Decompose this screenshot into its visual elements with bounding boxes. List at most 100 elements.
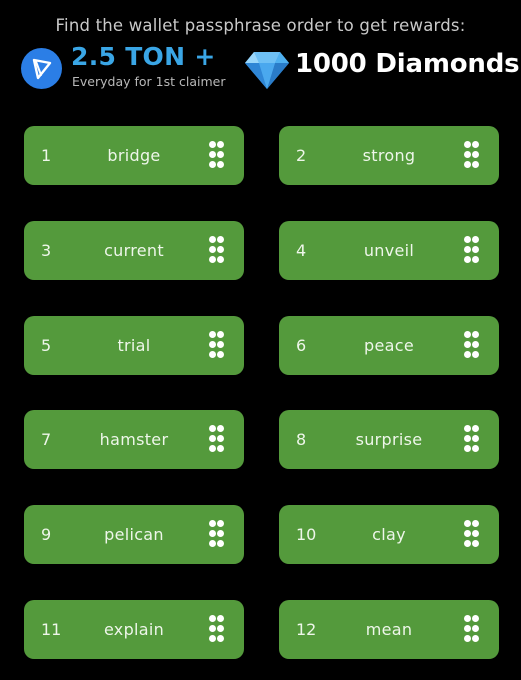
drag-dot — [464, 351, 471, 358]
word-label: strong — [362, 146, 416, 165]
drag-dot — [217, 635, 224, 642]
drag-dot — [472, 435, 479, 442]
headline: Find the wallet passphrase order to get … — [55, 16, 466, 35]
word-card[interactable]: 3 current — [24, 221, 244, 280]
drag-dot — [209, 246, 216, 253]
drag-dot — [209, 540, 216, 547]
drag-dot — [464, 530, 471, 537]
drag-dot — [209, 341, 216, 348]
drag-dot — [209, 151, 216, 158]
drag-dot — [472, 256, 479, 263]
drag-dot — [209, 256, 216, 263]
diamond-icon — [244, 50, 290, 90]
word-number: 10 — [296, 525, 317, 544]
drag-dot — [217, 615, 224, 622]
word-label: peace — [364, 336, 414, 355]
drag-dot — [464, 540, 471, 547]
word-label: trial — [117, 336, 151, 355]
word-number: 8 — [296, 430, 307, 449]
drag-dot — [209, 141, 216, 148]
drag-dot — [464, 425, 471, 432]
drag-dot — [217, 141, 224, 148]
drag-dot — [472, 615, 479, 622]
word-label: unveil — [363, 241, 415, 260]
drag-dot — [217, 246, 224, 253]
drag-dot — [464, 625, 471, 632]
drag-dot — [472, 351, 479, 358]
drag-dot — [217, 341, 224, 348]
drag-dot — [217, 445, 224, 452]
word-card[interactable]: 2 strong — [279, 126, 499, 185]
word-number: 12 — [296, 620, 317, 639]
drag-dot — [464, 520, 471, 527]
word-card[interactable]: 6 peace — [279, 316, 499, 375]
drag-dot — [217, 151, 224, 158]
word-card[interactable]: 12 mean — [279, 600, 499, 659]
drag-handle-icon[interactable] — [209, 331, 224, 360]
word-number: 2 — [296, 146, 307, 165]
drag-dot — [464, 635, 471, 642]
word-label: surprise — [355, 430, 423, 449]
word-label: current — [104, 241, 164, 260]
diamond-reward-label: 1000 Diamonds — [295, 49, 520, 79]
word-card[interactable]: 4 unveil — [279, 221, 499, 280]
drag-dot — [472, 341, 479, 348]
word-label: explain — [103, 620, 165, 639]
ton-logo-icon — [21, 48, 62, 89]
ton-reward-amount: 2.5 TON + — [71, 42, 216, 71]
drag-dot — [217, 435, 224, 442]
drag-dot — [472, 161, 479, 168]
drag-dot — [217, 161, 224, 168]
word-label: pelican — [104, 525, 164, 544]
rewards-banner: 2.5 TON + Everyday for 1st claimer 1000 … — [0, 42, 521, 94]
drag-dot — [217, 236, 224, 243]
word-number: 7 — [41, 430, 52, 449]
drag-dot — [472, 236, 479, 243]
drag-dot — [472, 540, 479, 547]
drag-dot — [472, 151, 479, 158]
word-card[interactable]: 7 hamster — [24, 410, 244, 469]
drag-handle-icon[interactable] — [464, 520, 479, 549]
drag-dot — [209, 236, 216, 243]
drag-handle-icon[interactable] — [464, 331, 479, 360]
drag-handle-icon[interactable] — [209, 141, 224, 170]
drag-handle-icon[interactable] — [209, 520, 224, 549]
word-label: clay — [372, 525, 406, 544]
drag-dot — [472, 635, 479, 642]
drag-dot — [217, 256, 224, 263]
word-number: 9 — [41, 525, 52, 544]
drag-dot — [472, 141, 479, 148]
drag-handle-icon[interactable] — [209, 425, 224, 454]
drag-dot — [217, 351, 224, 358]
drag-dot — [209, 530, 216, 537]
drag-dot — [472, 425, 479, 432]
ton-reward-subtitle: Everyday for 1st claimer — [72, 74, 226, 89]
drag-handle-icon[interactable] — [209, 236, 224, 265]
drag-dot — [217, 425, 224, 432]
drag-dot — [464, 445, 471, 452]
word-number: 3 — [41, 241, 52, 260]
drag-dot — [209, 445, 216, 452]
word-card[interactable]: 1 bridge — [24, 126, 244, 185]
drag-handle-icon[interactable] — [464, 425, 479, 454]
drag-dot — [217, 520, 224, 527]
drag-dot — [217, 625, 224, 632]
word-number: 6 — [296, 336, 307, 355]
drag-dot — [472, 246, 479, 253]
word-card[interactable]: 9 pelican — [24, 505, 244, 564]
word-number: 4 — [296, 241, 307, 260]
drag-dot — [472, 520, 479, 527]
word-label: mean — [365, 620, 413, 639]
word-number: 11 — [41, 620, 62, 639]
word-card[interactable]: 10 clay — [279, 505, 499, 564]
drag-handle-icon[interactable] — [209, 615, 224, 644]
drag-handle-icon[interactable] — [464, 615, 479, 644]
drag-handle-icon[interactable] — [464, 141, 479, 170]
word-card[interactable]: 11 explain — [24, 600, 244, 659]
drag-handle-icon[interactable] — [464, 236, 479, 265]
word-card[interactable]: 8 surprise — [279, 410, 499, 469]
drag-dot — [209, 625, 216, 632]
drag-dot — [464, 246, 471, 253]
drag-dot — [464, 161, 471, 168]
word-card[interactable]: 5 trial — [24, 316, 244, 375]
